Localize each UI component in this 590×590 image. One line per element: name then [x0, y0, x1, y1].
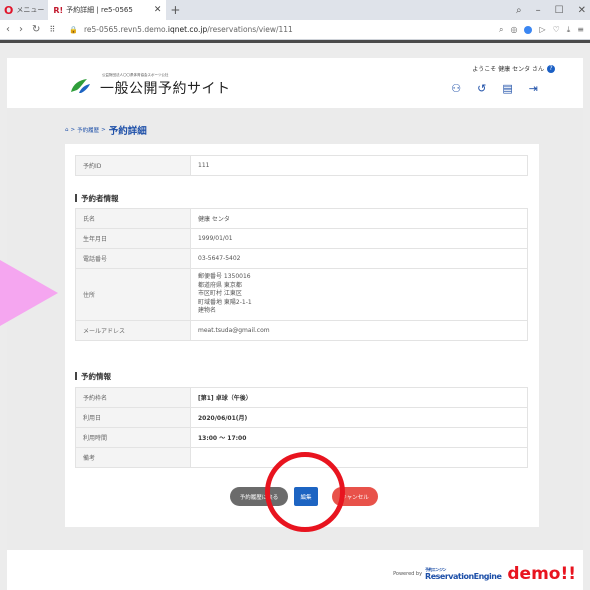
- new-tab-button[interactable]: +: [166, 3, 184, 17]
- pink-arrow-annotation: [0, 260, 58, 326]
- table-row: 利用時間 13:00 ～ 17:00: [75, 427, 528, 448]
- breadcrumb: ⌂ > 予約履歴 > 予約詳細: [65, 123, 147, 137]
- breadcrumb-separator: >: [101, 127, 106, 133]
- browser-menu-button[interactable]: O メニュー: [0, 0, 48, 20]
- table-row: メールアドレス meat.tsuda@gmail.com: [75, 320, 528, 341]
- tab-title: 予約詳細 | re5-0565: [66, 6, 133, 14]
- page-title: 予約詳細: [108, 126, 147, 137]
- search-icon[interactable]: ⌕: [499, 25, 503, 35]
- booker-table: 氏名 健康 センタ 生年月日 1999/01/01 電話番号 03-5647-5402…: [75, 208, 528, 341]
- browser-tab-active[interactable]: R! 予約詳細 | re5-0565 ✕: [48, 0, 167, 20]
- reservation-engine-logo: 予約エンジン ReservationEngine: [425, 566, 502, 581]
- site-logo-text[interactable]: 一般公開予約サイト: [100, 78, 231, 98]
- forward-icon[interactable]: ›: [19, 24, 23, 35]
- site-header: 公益財団法人〇〇県体育協会スポーツ公社 一般公開予約サイト ようこそ 健康 セン…: [7, 58, 583, 108]
- leaf-logo-icon: [71, 79, 90, 93]
- menu-label: メニュー: [16, 6, 45, 14]
- table-row: 電話番号 03-5647-5402: [75, 248, 528, 269]
- help-icon[interactable]: ?: [547, 64, 555, 73]
- demo-label: demo!!: [507, 564, 576, 584]
- breadcrumb-separator: >: [70, 127, 76, 133]
- reservation-id-table: 予約ID 111: [75, 155, 528, 176]
- menu-icon[interactable]: ≡: [577, 25, 584, 34]
- url-field[interactable]: 🔒 re5-0565.revn5.demo.iqnet.co.jp/reserv…: [69, 25, 293, 34]
- maximize-icon[interactable]: ☐: [555, 5, 564, 16]
- lock-icon: 🔒: [69, 25, 78, 34]
- welcome-message: ようこそ 健康 センタ さん ?: [472, 64, 555, 73]
- close-window-icon[interactable]: ✕: [578, 5, 586, 16]
- vpn-icon[interactable]: [524, 25, 533, 34]
- opera-logo-icon: O: [4, 3, 14, 17]
- tab-favicon-icon: R!: [53, 5, 64, 15]
- address-bar: ‹ › ↻ ⠿ 🔒 re5-0565.revn5.demo.iqnet.co.j…: [0, 20, 590, 40]
- red-circle-annotation: [265, 452, 345, 532]
- speed-dial-icon[interactable]: ⠿: [49, 25, 55, 34]
- table-row: 利用日 2020/06/01(月): [75, 407, 528, 428]
- address-value: 郵便番号 1350016 都道府県 東京都 市区町村 江東区 町域番地 東陽2-…: [190, 268, 528, 321]
- browser-tab-bar: O メニュー R! 予約詳細 | re5-0565 ✕ + ⌕ – ☐ ✕: [0, 0, 590, 20]
- breadcrumb-history-link[interactable]: 予約履歴: [77, 126, 99, 134]
- booking-section-title: 予約情報: [75, 371, 111, 382]
- table-row: 予約枠名 [第1] 卓球（午後）: [75, 387, 528, 408]
- minimize-icon[interactable]: –: [536, 5, 541, 16]
- play-icon[interactable]: ▷: [539, 25, 545, 34]
- window-controls: ⌕ – ☐ ✕: [516, 0, 586, 20]
- site-footer: Powered by 予約エンジン ReservationEngine demo…: [7, 550, 583, 590]
- snapshot-icon[interactable]: ◎: [510, 25, 517, 34]
- browser-divider: [0, 40, 590, 43]
- back-icon[interactable]: ‹: [6, 24, 10, 35]
- home-icon[interactable]: ⌂: [65, 127, 69, 133]
- search-tabs-icon[interactable]: ⌕: [516, 5, 522, 16]
- table-row: 氏名 健康 センタ: [75, 208, 528, 229]
- reservation-id-label: 予約ID: [75, 155, 191, 176]
- table-row: 生年月日 1999/01/01: [75, 228, 528, 249]
- close-tab-icon[interactable]: ✕: [154, 5, 162, 15]
- reservation-id-value: 111: [190, 155, 528, 176]
- logout-icon[interactable]: ⇥: [529, 82, 538, 95]
- table-row: 住所 郵便番号 1350016 都道府県 東京都 市区町村 江東区 町域番地 東…: [75, 268, 528, 321]
- reload-icon[interactable]: ↻: [32, 24, 40, 35]
- booker-section-title: 予約者情報: [75, 193, 119, 204]
- document-icon[interactable]: ▤: [502, 82, 512, 95]
- history-icon[interactable]: ↺: [477, 82, 486, 95]
- heart-icon[interactable]: ♡: [553, 25, 560, 34]
- download-icon[interactable]: ⤓: [567, 25, 571, 35]
- powered-by: Powered by 予約エンジン ReservationEngine demo…: [393, 564, 576, 584]
- user-icon[interactable]: ⚇: [451, 82, 461, 95]
- table-row: 予約ID 111: [75, 155, 528, 176]
